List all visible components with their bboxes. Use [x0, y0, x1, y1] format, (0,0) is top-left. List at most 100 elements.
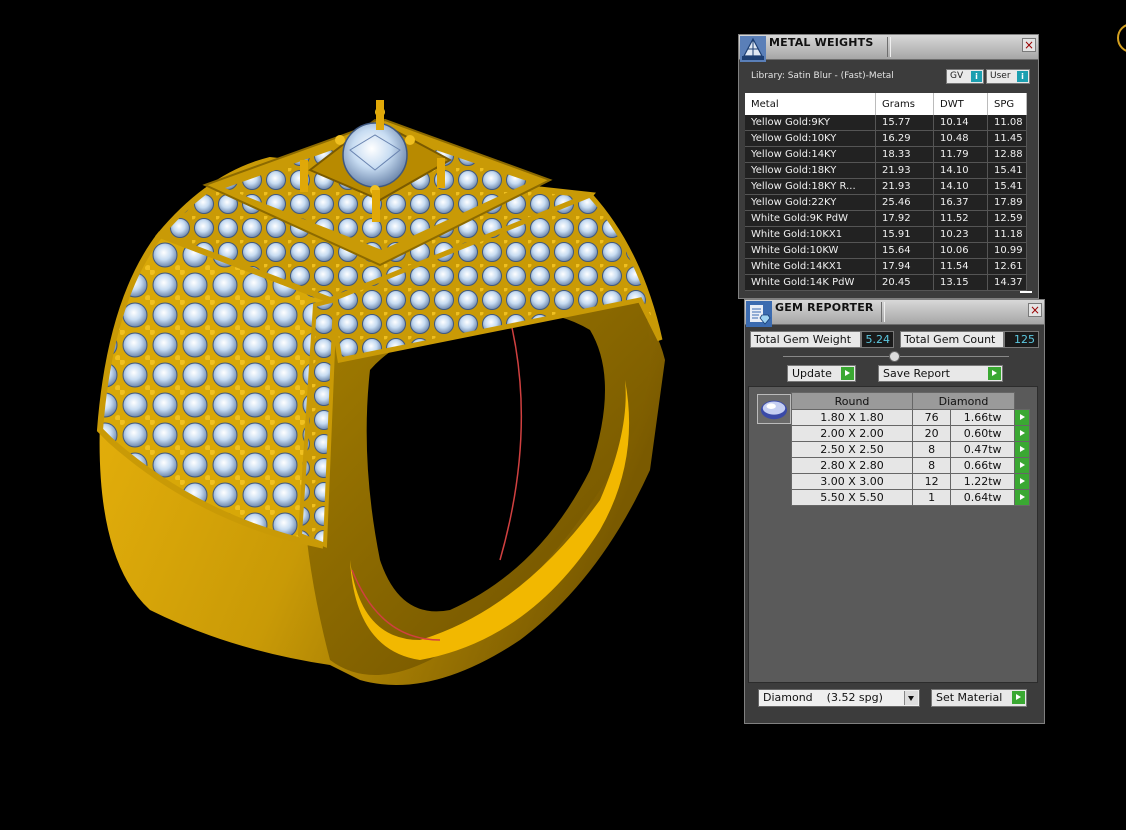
- gem-row[interactable]: 2.00 X 2.00 20 0.60tw: [791, 425, 1030, 442]
- play-icon: [841, 367, 854, 380]
- cell-dwt: 11.79: [933, 146, 988, 163]
- cell-grams: 17.94: [875, 258, 934, 275]
- table-row[interactable]: White Gold:10KW 15.64 10.06 10.99: [745, 242, 1027, 259]
- chevron-down-icon[interactable]: [904, 691, 918, 705]
- gem-cell-count: 8: [911, 457, 952, 474]
- cell-grams: 18.33: [875, 146, 934, 163]
- cell-dwt: 14.10: [933, 162, 988, 179]
- library-label: Library: Satin Blur - (Fast)-Metal: [751, 71, 894, 81]
- cell-dwt: 10.23: [933, 226, 988, 243]
- table-row[interactable]: Yellow Gold:14KY 18.33 11.79 12.88: [745, 146, 1027, 163]
- column-header-round[interactable]: Round: [791, 392, 913, 410]
- cell-dwt: 13.15: [933, 274, 988, 291]
- select-gem-icon[interactable]: [1014, 425, 1030, 442]
- gv-button-label: GV: [950, 71, 964, 81]
- cell-dwt: 14.10: [933, 178, 988, 195]
- material-select[interactable]: Diamond (3.52 spg): [758, 689, 920, 707]
- table-row[interactable]: White Gold:14KX1 17.94 11.54 12.61: [745, 258, 1027, 275]
- play-icon: [1012, 691, 1025, 704]
- update-button[interactable]: Update: [787, 365, 856, 382]
- cell-spg: 12.59: [987, 210, 1027, 227]
- metal-weights-titlebar[interactable]: METAL WEIGHTS ×: [739, 35, 1038, 62]
- gem-row[interactable]: 3.00 X 3.00 12 1.22tw: [791, 473, 1030, 490]
- cell-spg: 11.18: [987, 226, 1027, 243]
- metal-weights-icon: [740, 36, 766, 62]
- metal-weights-table-wrap: Metal Grams DWT SPG Yellow Gold:9KY 15.77…: [745, 93, 1033, 291]
- set-material-button-label: Set Material: [936, 691, 1003, 704]
- cell-dwt: 11.54: [933, 258, 988, 275]
- total-gem-count-label: Total Gem Count: [900, 331, 1004, 348]
- gem-row[interactable]: 1.80 X 1.80 76 1.66tw: [791, 409, 1030, 426]
- gem-cell-size: 5.50 X 5.50: [791, 489, 913, 506]
- gem-cell-size: 1.80 X 1.80: [791, 409, 913, 426]
- table-row[interactable]: White Gold:10KX1 15.91 10.23 11.18: [745, 226, 1027, 243]
- gv-button[interactable]: GV i: [946, 69, 984, 84]
- column-header-diamond[interactable]: Diamond: [912, 392, 1015, 410]
- cell-grams: 25.46: [875, 194, 934, 211]
- set-material-button[interactable]: Set Material: [931, 689, 1027, 707]
- gem-cell-tw: 0.60tw: [950, 425, 1015, 442]
- gem-row[interactable]: 2.80 X 2.80 8 0.66tw: [791, 457, 1030, 474]
- table-row[interactable]: Yellow Gold:9KY 15.77 10.14 11.08: [745, 115, 1027, 131]
- user-info-icon[interactable]: i: [1017, 71, 1028, 82]
- cell-metal: Yellow Gold:9KY: [745, 115, 876, 131]
- cell-metal: Yellow Gold:18KY: [745, 162, 876, 179]
- table-row[interactable]: Yellow Gold:18KY R... 21.93 14.10 15.41: [745, 178, 1027, 195]
- gem-row[interactable]: 5.50 X 5.50 1 0.64tw: [791, 489, 1030, 506]
- cell-spg: 10.99: [987, 242, 1027, 259]
- cell-grams: 21.93: [875, 162, 934, 179]
- select-gem-icon[interactable]: [1014, 409, 1030, 426]
- gem-cell-tw: 0.64tw: [950, 489, 1015, 506]
- cell-metal: Yellow Gold:18KY R...: [745, 178, 876, 195]
- gem-cell-size: 3.00 X 3.00: [791, 473, 913, 490]
- table-row[interactable]: Yellow Gold:22KY 25.46 16.37 17.89: [745, 194, 1027, 211]
- table-row[interactable]: Yellow Gold:18KY 21.93 14.10 15.41: [745, 162, 1027, 179]
- table-row[interactable]: White Gold:14K PdW 20.45 13.15 14.37: [745, 274, 1027, 291]
- cell-spg: 11.45: [987, 130, 1027, 147]
- gem-list-area: Round Diamond 1.80 X 1.80 76 1.66tw 2.00 X …: [748, 386, 1038, 683]
- splitter-handle[interactable]: [889, 351, 900, 362]
- cell-metal: White Gold:10KW: [745, 242, 876, 259]
- cell-spg: 17.89: [987, 194, 1027, 211]
- column-header-dwt[interactable]: DWT: [933, 93, 988, 115]
- user-button[interactable]: User i: [986, 69, 1030, 84]
- save-report-button[interactable]: Save Report: [878, 365, 1003, 382]
- cell-grams: 20.45: [875, 274, 934, 291]
- column-header-spg[interactable]: SPG: [987, 93, 1027, 115]
- total-gem-count-value: 125: [1004, 331, 1039, 348]
- gem-reporter-titlebar[interactable]: GEM REPORTER ×: [745, 300, 1044, 327]
- gem-reporter-icon: [746, 301, 772, 327]
- cell-grams: 15.77: [875, 115, 934, 131]
- update-button-label: Update: [792, 367, 832, 380]
- gem-cell-count: 20: [911, 425, 952, 442]
- cell-spg: 15.41: [987, 178, 1027, 195]
- select-gem-icon[interactable]: [1014, 473, 1030, 490]
- cell-dwt: 11.52: [933, 210, 988, 227]
- gem-cell-count: 12: [911, 473, 952, 490]
- gem-cell-size: 2.00 X 2.00: [791, 425, 913, 442]
- gv-info-icon[interactable]: i: [971, 71, 982, 82]
- cell-spg: 14.37: [987, 274, 1027, 291]
- select-gem-icon[interactable]: [1014, 457, 1030, 474]
- gem-cell-tw: 1.66tw: [950, 409, 1015, 426]
- select-gem-icon[interactable]: [1014, 489, 1030, 506]
- gem-cell-count: 1: [911, 489, 952, 506]
- table-row[interactable]: White Gold:9K PdW 17.92 11.52 12.59: [745, 210, 1027, 227]
- cell-metal: Yellow Gold:22KY: [745, 194, 876, 211]
- column-header-metal[interactable]: Metal: [745, 93, 876, 115]
- gem-table: Round Diamond 1.80 X 1.80 76 1.66tw 2.00 X …: [791, 392, 1030, 506]
- cell-metal: White Gold:14KX1: [745, 258, 876, 275]
- gem-cell-count: 76: [911, 409, 952, 426]
- column-header-grams[interactable]: Grams: [875, 93, 934, 115]
- select-gem-icon[interactable]: [1014, 441, 1030, 458]
- metal-weights-title: METAL WEIGHTS: [769, 36, 874, 49]
- gem-reporter-close-button[interactable]: ×: [1028, 303, 1042, 317]
- table-row[interactable]: Yellow Gold:10KY 16.29 10.48 11.45: [745, 130, 1027, 147]
- metal-weights-close-button[interactable]: ×: [1022, 38, 1036, 52]
- cell-dwt: 10.14: [933, 115, 988, 131]
- cell-grams: 15.64: [875, 242, 934, 259]
- round-diamond-icon[interactable]: [757, 394, 791, 424]
- total-gem-weight-label: Total Gem Weight: [750, 331, 861, 348]
- cell-metal: Yellow Gold:14KY: [745, 146, 876, 163]
- gem-row[interactable]: 2.50 X 2.50 8 0.47tw: [791, 441, 1030, 458]
